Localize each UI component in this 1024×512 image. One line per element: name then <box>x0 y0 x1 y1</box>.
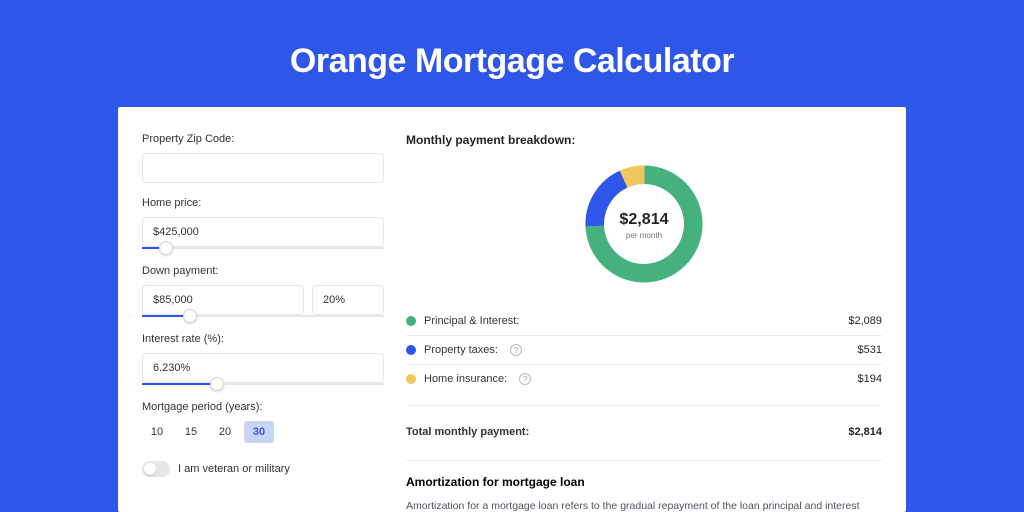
veteran-label: I am veteran or military <box>178 463 290 475</box>
donut-center-amount: $2,814 <box>619 210 668 228</box>
interest-rate-slider[interactable] <box>142 381 384 387</box>
breakdown-title: Monthly payment breakdown: <box>406 133 882 147</box>
down-payment-pct-input[interactable] <box>312 285 384 315</box>
amortization-text: Amortization for a mortgage loan refers … <box>406 499 882 512</box>
interest-rate-label: Interest rate (%): <box>142 333 384 345</box>
zip-label: Property Zip Code: <box>142 133 384 145</box>
total-label: Total monthly payment: <box>406 426 529 438</box>
field-down-payment: Down payment: <box>142 265 384 319</box>
legend-value: $194 <box>858 373 882 385</box>
period-option-15[interactable]: 15 <box>176 421 206 443</box>
home-price-slider[interactable] <box>142 245 384 251</box>
legend-value: $531 <box>858 344 882 356</box>
page-title: Orange Mortgage Calculator <box>290 42 734 81</box>
breakdown-panel: Monthly payment breakdown: $2,814 per mo… <box>384 133 882 512</box>
amortization-title: Amortization for mortgage loan <box>406 475 882 489</box>
legend-total: Total monthly payment: $2,814 <box>406 418 882 446</box>
mortgage-period-group: 10152030 <box>142 421 384 443</box>
legend-row: Principal & Interest: $2,089 <box>406 307 882 335</box>
donut-chart: $2,814 per month <box>406 159 882 289</box>
period-option-20[interactable]: 20 <box>210 421 240 443</box>
section-separator <box>406 460 882 461</box>
mortgage-period-label: Mortgage period (years): <box>142 401 384 413</box>
donut-center-sub: per month <box>626 231 662 240</box>
legend-separator <box>406 405 882 406</box>
field-mortgage-period: Mortgage period (years): 10152030 <box>142 401 384 443</box>
legend-value: $2,089 <box>848 315 882 327</box>
field-interest-rate: Interest rate (%): <box>142 333 384 387</box>
home-price-slider-thumb[interactable] <box>159 241 173 255</box>
legend: Principal & Interest: $2,089 Property taxe… <box>406 307 882 393</box>
interest-rate-input[interactable] <box>142 353 384 383</box>
field-home-price: Home price: <box>142 197 384 251</box>
legend-row: Home insurance:? $194 <box>406 365 882 393</box>
info-icon[interactable]: ? <box>510 344 522 356</box>
total-value: $2,814 <box>848 426 882 438</box>
legend-row: Property taxes:? $531 <box>406 336 882 364</box>
legend-dot <box>406 316 416 326</box>
down-payment-input[interactable] <box>142 285 304 315</box>
legend-label: Home insurance: <box>424 373 507 385</box>
legend-dot <box>406 345 416 355</box>
zip-input[interactable] <box>142 153 384 183</box>
calculator-card: Property Zip Code: Home price: Down paym… <box>118 107 906 512</box>
down-payment-slider-thumb[interactable] <box>183 309 197 323</box>
field-zip: Property Zip Code: <box>142 133 384 183</box>
legend-label: Principal & Interest: <box>424 315 519 327</box>
home-price-input[interactable] <box>142 217 384 247</box>
down-payment-label: Down payment: <box>142 265 384 277</box>
legend-label: Property taxes: <box>424 344 498 356</box>
home-price-label: Home price: <box>142 197 384 209</box>
legend-dot <box>406 374 416 384</box>
interest-rate-slider-thumb[interactable] <box>210 377 224 391</box>
form-panel: Property Zip Code: Home price: Down paym… <box>142 133 384 477</box>
period-option-30[interactable]: 30 <box>244 421 274 443</box>
donut-svg: $2,814 per month <box>579 159 709 289</box>
info-icon[interactable]: ? <box>519 373 531 385</box>
down-payment-slider[interactable] <box>142 313 384 319</box>
veteran-toggle[interactable] <box>142 461 170 477</box>
veteran-row: I am veteran or military <box>142 461 384 477</box>
period-option-10[interactable]: 10 <box>142 421 172 443</box>
